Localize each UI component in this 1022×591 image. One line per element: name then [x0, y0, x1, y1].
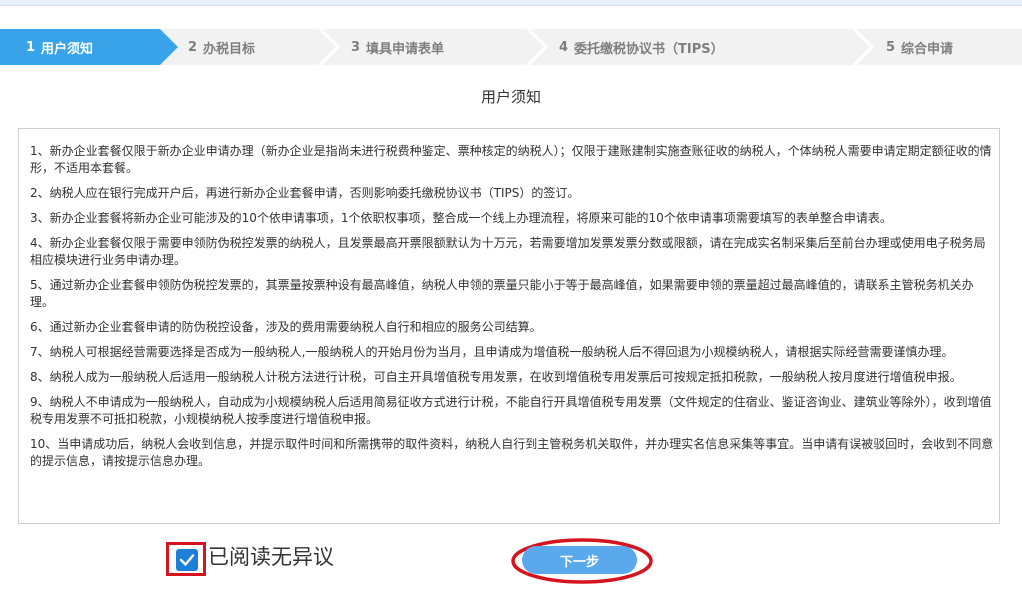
step-separator [526, 29, 550, 65]
step-number: 3 [351, 39, 361, 55]
step-label: 委托缴税协议书（TIPS） [574, 41, 724, 57]
notice-box: 1、新办企业套餐仅限于新办企业申请办理（新办企业是指尚未进行税费种鉴定、票种核定… [18, 128, 1000, 524]
step-label: 填具申请表单 [366, 41, 445, 57]
top-border [0, 0, 1022, 6]
step-arrow-active [160, 29, 178, 65]
notice-item: 6、通过新办企业套餐申请的防伪税控设备，涉及的费用需要纳税人自行和相应的服务公司… [30, 320, 542, 334]
notice-item: 4、新办企业套餐仅限于需要申领防伪税控发票的纳税人，且发票最高开票限额默认为十万… [30, 236, 986, 267]
page: 1 用户须知 2 办税目标 3 填具申请表单 4 委托缴税协议书（TIPS） 5… [0, 0, 1022, 591]
notice-item: 7、纳税人可根据经营需要选择是否成为一般纳税人,一般纳税人的开始月份为当月，且申… [30, 345, 954, 359]
notice-item: 9、纳税人不申请成为一般纳税人，自动成为小规模纳税人后适用简易征收方式进行计税，… [30, 395, 992, 426]
checkmark-icon [179, 554, 195, 566]
notice-item: 10、当申请成功后，纳税人会收到信息，并提示取件时间和所需携带的取件资料，纳税人… [30, 437, 994, 468]
step-4[interactable]: 4 委托缴税协议书（TIPS） [559, 29, 724, 65]
step-3[interactable]: 3 填具申请表单 [351, 29, 444, 65]
step-label: 办税目标 [203, 41, 256, 57]
step-number: 4 [559, 39, 569, 55]
step-5[interactable]: 5 综合申请 [886, 29, 953, 65]
notice-item: 2、纳税人应在银行完成开户后，再进行新办企业套餐申请，否则影响委托缴税协议书（T… [30, 186, 580, 200]
next-button[interactable]: 下一步 [522, 546, 637, 574]
step-label: 综合申请 [901, 41, 954, 57]
page-title: 用户须知 [480, 88, 541, 106]
step-1[interactable]: 1 用户须知 [0, 29, 160, 65]
step-bar: 1 用户须知 2 办税目标 3 填具申请表单 4 委托缴税协议书（TIPS） 5… [0, 29, 1022, 65]
step-number: 2 [188, 39, 198, 55]
notice-item: 5、通过新办企业套餐申领防伪税控发票的，其票量按票种设有最高峰值，纳税人申领的票… [30, 278, 974, 309]
step-label: 用户须知 [41, 41, 94, 57]
notice-item: 3、新办企业套餐将新办企业可能涉及的10个依申请事项，1个依职权事项，整合成一个… [30, 211, 892, 225]
step-separator [318, 29, 342, 65]
step-number: 1 [26, 39, 36, 55]
step-separator [852, 29, 876, 65]
step-2[interactable]: 2 办税目标 [188, 29, 255, 65]
step-number: 5 [886, 39, 896, 55]
agree-label[interactable]: 已阅读无异议 [208, 543, 334, 571]
notice-item: 8、纳税人成为一般纳税人后适用一般纳税人计税方法进行计税，可自主开具增值税专用发… [30, 370, 962, 384]
agree-checkbox[interactable] [176, 549, 198, 571]
notice-item: 1、新办企业套餐仅限于新办企业申请办理（新办企业是指尚未进行税费种鉴定、票种核定… [30, 144, 992, 175]
